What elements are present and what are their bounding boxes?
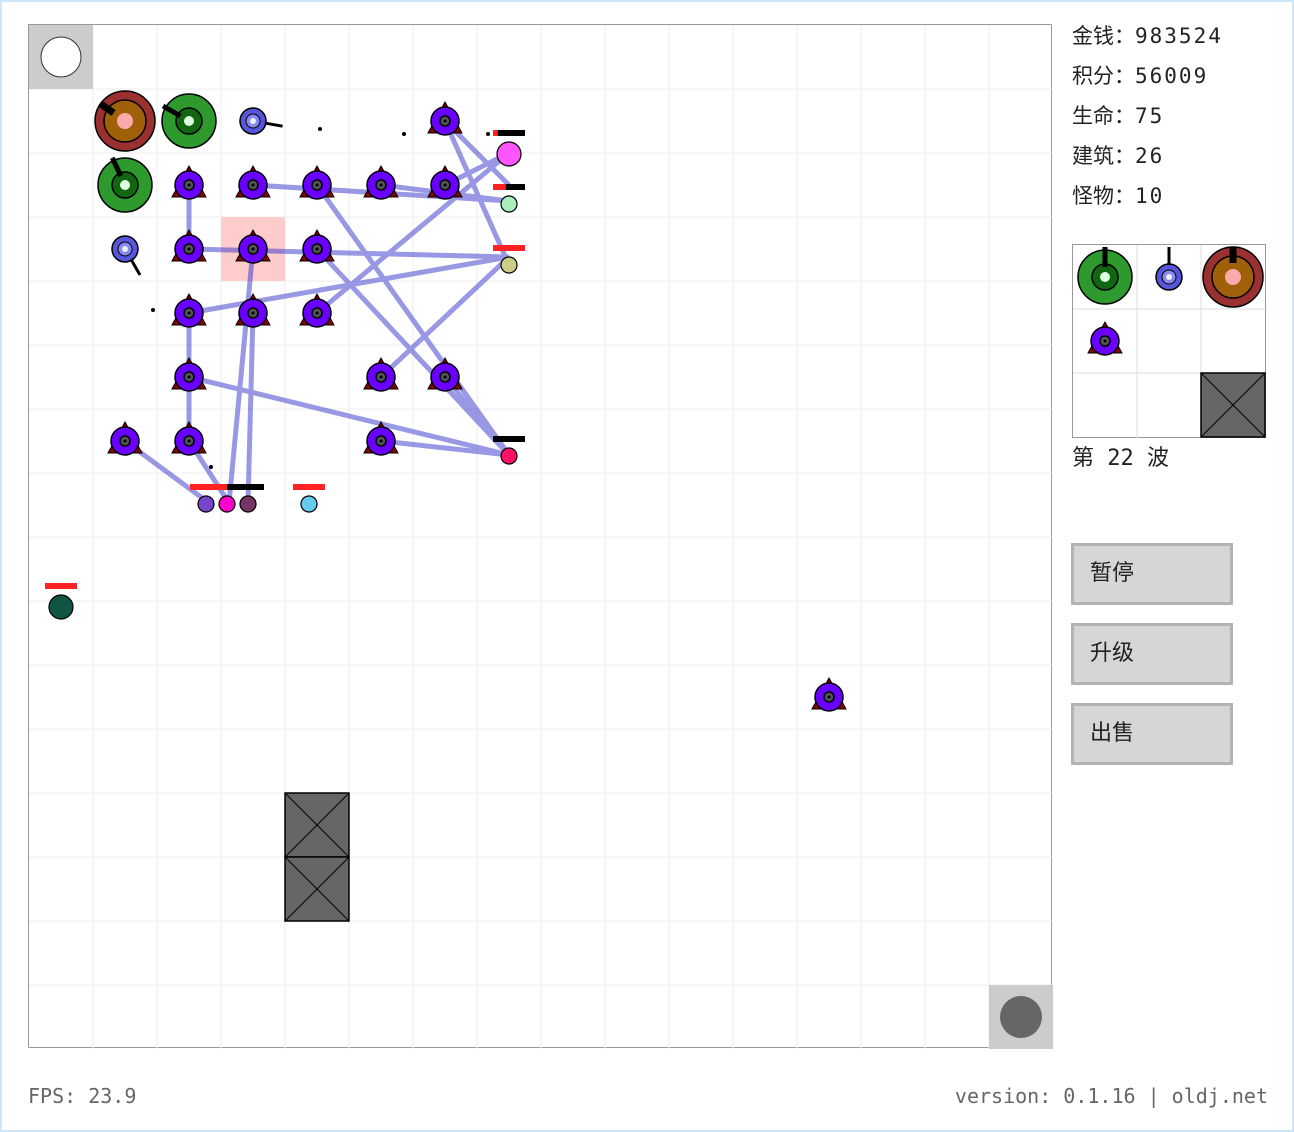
laser-tower[interactable] [171,420,207,456]
laser-tower[interactable] [171,164,207,200]
stat-value: 56009 [1135,64,1209,88]
cannon-tower[interactable] [97,156,153,213]
wave-prefix: 第 [1072,446,1095,471]
laser-tower[interactable] [363,164,399,200]
stat-label: 积分： [1072,64,1135,88]
stat-value: 26 [1135,144,1165,168]
laser-tower[interactable] [171,356,207,392]
wall-icon[interactable] [1200,372,1266,438]
board-canvas[interactable] [29,25,1053,1049]
monster-exit-icon [1000,996,1042,1038]
wall-block[interactable] [284,792,350,858]
basic-tower[interactable] [1155,247,1183,291]
laser-tower[interactable] [427,100,463,136]
monster[interactable] [293,484,325,513]
stat-label: 金钱： [1072,24,1135,48]
basic-tower[interactable] [239,107,283,135]
laser-tower[interactable] [171,292,207,328]
stat-value: 10 [1135,184,1165,208]
stat-money: 金钱：983524 [1072,20,1272,60]
upgrade-button[interactable]: 升级 [1071,623,1233,685]
basic-tower[interactable] [111,235,142,276]
stat-value: 75 [1135,104,1165,128]
fps-counter: FPS: 23.9 [28,1084,137,1108]
cannon-tower[interactable] [1077,247,1133,305]
stat-label: 建筑： [1072,144,1135,168]
side-panel: 金钱：983524 积分：56009 生命：75 建筑：26 怪物：10 [1072,20,1272,220]
wall-block[interactable] [284,856,350,922]
monster-entrance-icon [40,36,82,78]
laser-tower[interactable] [427,164,463,200]
cannon-tower[interactable] [161,93,217,149]
stat-value: 983524 [1135,24,1223,48]
wave-number: 22 [1107,446,1134,471]
laser-tower[interactable] [171,228,207,264]
version-info: version: 0.1.16 | oldj.net [954,1084,1268,1108]
heavy-tower[interactable] [94,90,156,152]
stat-label: 生命： [1072,104,1135,128]
laser-tower[interactable] [235,164,271,200]
stat-score: 积分：56009 [1072,60,1272,100]
stat-life: 生命：75 [1072,100,1272,140]
stat-monsters: 怪物：10 [1072,180,1272,220]
stat-buildings: 建筑：26 [1072,140,1272,180]
laser-tower[interactable] [107,420,143,456]
laser-tower[interactable] [299,164,335,200]
heavy-tower[interactable] [1202,246,1264,308]
sell-button[interactable]: 出售 [1071,703,1233,765]
laser-tower[interactable] [299,228,335,264]
wave-suffix: 波 [1147,446,1170,471]
laser-tower[interactable] [811,676,847,712]
building-palette[interactable] [1072,244,1267,439]
laser-tower[interactable] [1087,320,1123,356]
wave-indicator: 第 22 波 [1072,440,1169,472]
game-board[interactable] [28,24,1053,1049]
pause-button[interactable]: 暂停 [1071,543,1233,605]
laser-tower[interactable] [427,356,463,392]
laser-tower[interactable] [299,292,335,328]
monster[interactable] [232,484,264,513]
palette-canvas[interactable] [1073,245,1267,439]
stat-label: 怪物： [1072,184,1135,208]
